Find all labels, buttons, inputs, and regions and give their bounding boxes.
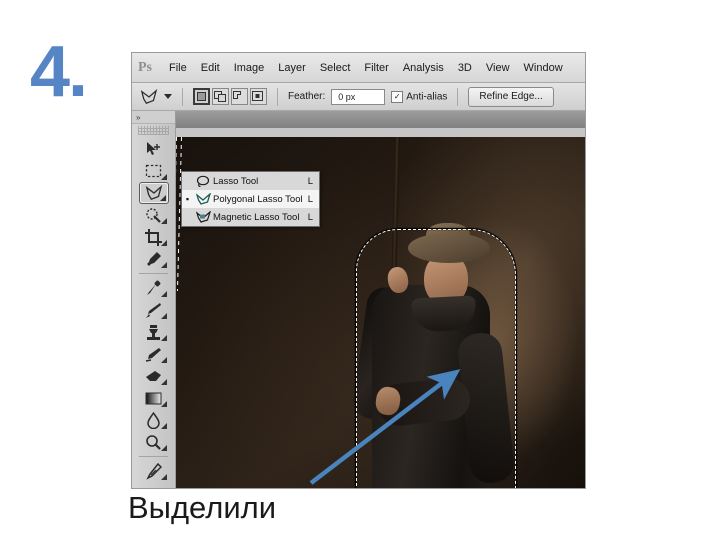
lasso-tool[interactable] <box>138 182 169 204</box>
flyout-triangle-icon <box>160 445 167 451</box>
menu-item-image[interactable]: Image <box>227 59 272 77</box>
svg-text:T: T <box>149 487 158 490</box>
menu-bar: Ps File Edit Image Layer Select Filter A… <box>132 53 585 83</box>
subtract-from-selection-button[interactable] <box>231 88 248 105</box>
dodge-tool[interactable] <box>139 431 169 453</box>
antialias-option[interactable]: ✓ Anti-alias <box>391 90 448 103</box>
flyout-triangle-icon <box>160 423 167 429</box>
pen-tool[interactable] <box>139 460 169 482</box>
lasso-tool-icon[interactable] <box>140 88 158 105</box>
flyout-item-magnetic-lasso-tool[interactable]: Magnetic Lasso Tool L <box>182 208 319 226</box>
clone-stamp-tool[interactable] <box>139 321 169 343</box>
eraser-tool[interactable] <box>139 365 169 387</box>
selection-mode-group <box>193 88 267 105</box>
flyout-triangle-icon <box>160 291 167 297</box>
divider <box>277 87 278 106</box>
selected-bullet-icon: ▪ <box>185 193 190 204</box>
gradient-tool[interactable] <box>139 387 169 409</box>
flyout-triangle-icon <box>160 401 167 407</box>
flyout-triangle-icon <box>160 262 167 268</box>
flyout-triangle-icon <box>160 218 167 224</box>
feather-input[interactable]: 0 px <box>331 88 386 105</box>
polygonal-lasso-tool-icon <box>193 193 213 205</box>
new-selection-button[interactable] <box>193 88 210 105</box>
menu-item-filter[interactable]: Filter <box>357 59 395 77</box>
lasso-tool-icon <box>193 175 213 187</box>
divider <box>139 456 168 457</box>
intersect-with-selection-button[interactable] <box>250 88 267 105</box>
divider <box>457 87 459 106</box>
flyout-triangle-icon <box>160 474 167 480</box>
move-tool[interactable] <box>139 138 169 160</box>
flyout-item-shortcut: L <box>307 211 313 223</box>
options-bar: Feather: 0 px ✓ Anti-alias Refine Edge... <box>132 83 585 111</box>
menu-item-file[interactable]: File <box>162 59 194 77</box>
lasso-tool-flyout-menu[interactable]: Lasso Tool L ▪ Polygonal Lasso Tool L Ma… <box>181 171 320 227</box>
flyout-triangle-icon <box>160 379 167 385</box>
refine-edge-button[interactable]: Refine Edge... <box>468 86 554 107</box>
blur-tool[interactable] <box>139 409 169 431</box>
photoshop-logo: Ps <box>138 59 152 75</box>
divider <box>182 87 183 106</box>
flyout-triangle-icon <box>160 240 167 246</box>
flyout-triangle-icon <box>160 335 167 341</box>
caption-text: Выделили <box>128 490 277 525</box>
tools-panel-drag-handle[interactable] <box>138 126 169 135</box>
history-brush-tool[interactable] <box>139 343 169 365</box>
flyout-item-shortcut: L <box>307 175 313 187</box>
antialias-checkbox[interactable]: ✓ <box>391 90 404 103</box>
flyout-item-lasso-tool[interactable]: Lasso Tool L <box>182 172 319 190</box>
flyout-triangle-icon <box>159 195 166 201</box>
menu-item-view[interactable]: View <box>479 59 517 77</box>
divider <box>139 273 168 274</box>
feather-label: Feather: <box>288 91 326 102</box>
spot-healing-brush-tool[interactable] <box>139 277 169 299</box>
tools-panel: » <box>132 111 176 488</box>
document-tab-strip[interactable] <box>176 111 585 129</box>
add-to-selection-button[interactable] <box>212 88 229 105</box>
magnetic-lasso-tool-icon <box>193 211 213 223</box>
photoshop-window: Ps File Edit Image Layer Select Filter A… <box>131 52 586 489</box>
horizontal-type-tool[interactable]: T <box>139 482 169 489</box>
antialias-label: Anti-alias <box>406 91 448 103</box>
menu-item-window[interactable]: Window <box>517 59 570 77</box>
menu-item-3d[interactable]: 3D <box>451 59 479 77</box>
menu-item-layer[interactable]: Layer <box>271 59 313 77</box>
rectangular-marquee-tool[interactable] <box>139 160 169 182</box>
quick-selection-tool[interactable] <box>139 204 169 226</box>
tools-panel-collapse-icon[interactable]: » <box>132 111 175 124</box>
menu-item-select[interactable]: Select <box>313 59 358 77</box>
tool-preset-chevron-down-icon[interactable] <box>164 94 172 99</box>
flyout-triangle-icon <box>160 357 167 363</box>
eyedropper-tool[interactable] <box>139 248 169 270</box>
flyout-item-label: Lasso Tool <box>213 175 259 187</box>
flyout-triangle-icon <box>160 174 167 180</box>
crop-tool[interactable] <box>139 226 169 248</box>
brush-tool[interactable] <box>139 299 169 321</box>
hat-brim-shape <box>408 233 490 263</box>
step-number: 4. <box>30 32 88 112</box>
flyout-item-polygonal-lasso-tool[interactable]: ▪ Polygonal Lasso Tool L <box>182 190 319 208</box>
flyout-item-shortcut: L <box>307 193 313 205</box>
flyout-item-label: Polygonal Lasso Tool <box>213 193 303 205</box>
menu-item-analysis[interactable]: Analysis <box>396 59 451 77</box>
flyout-item-label: Magnetic Lasso Tool <box>213 211 300 223</box>
flyout-triangle-icon <box>160 313 167 319</box>
menu-item-edit[interactable]: Edit <box>194 59 227 77</box>
